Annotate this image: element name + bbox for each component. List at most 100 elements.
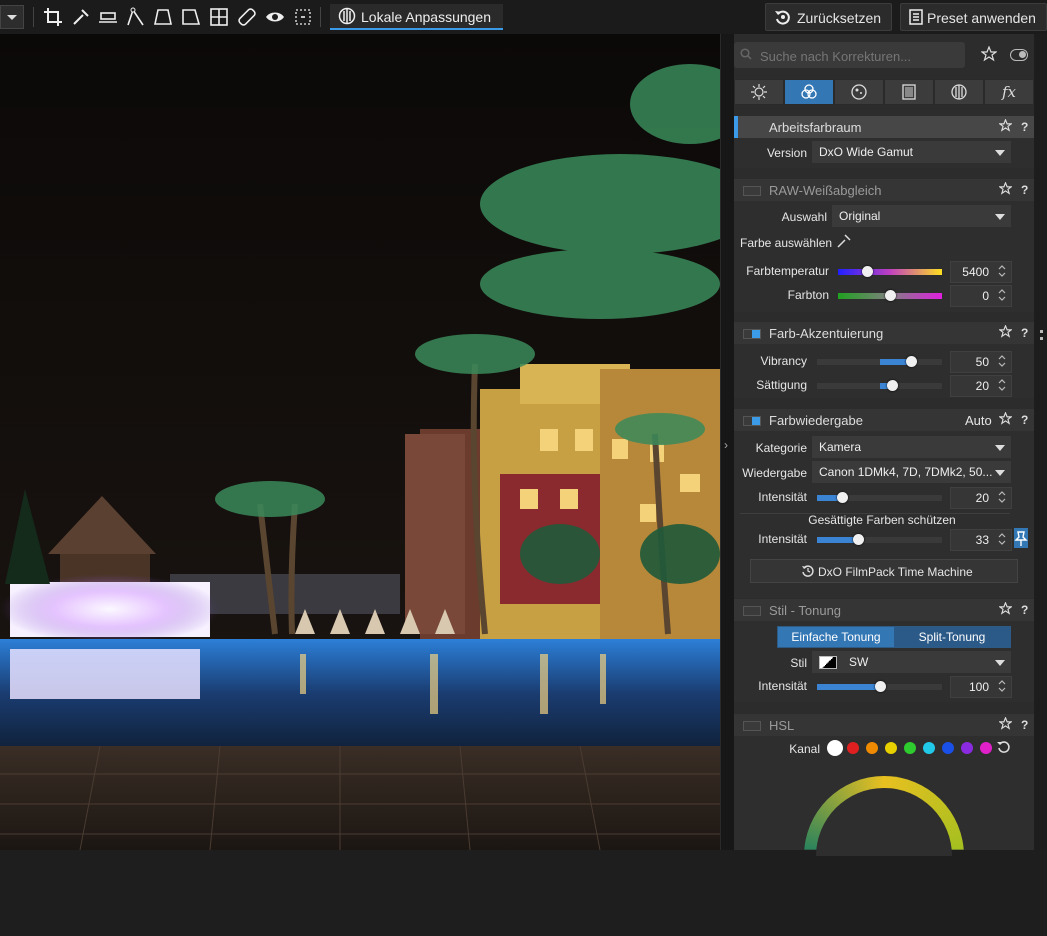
- reset-channel-icon[interactable]: [996, 739, 1012, 758]
- simple-toning-tab[interactable]: Einfache Tonung: [778, 627, 894, 647]
- slider-knob[interactable]: [905, 356, 917, 367]
- intensity-value-box[interactable]: 20: [950, 487, 1012, 509]
- tab-color[interactable]: [784, 79, 834, 105]
- image-viewer[interactable]: [0, 34, 720, 850]
- channel-swatch[interactable]: [866, 742, 878, 754]
- reset-button[interactable]: Zurücksetzen: [765, 3, 892, 31]
- section-header[interactable]: RAW-Weißabgleich ?: [734, 179, 1034, 201]
- star-icon[interactable]: [998, 118, 1013, 135]
- eye-icon[interactable]: [264, 6, 286, 28]
- apply-preset-button[interactable]: Preset anwenden: [900, 3, 1047, 31]
- section-toggle[interactable]: [743, 416, 761, 426]
- slider-knob[interactable]: [874, 681, 886, 692]
- tab-effects[interactable]: fx: [984, 79, 1034, 105]
- tint-value-box[interactable]: 0: [950, 285, 1012, 307]
- repair-icon[interactable]: [236, 6, 258, 28]
- local-adjustments-button[interactable]: Lokale Anpassungen: [330, 4, 503, 30]
- temperature-value-box[interactable]: 5400: [950, 261, 1012, 283]
- section-header[interactable]: Farbwiedergabe Auto ?: [734, 409, 1034, 431]
- section-toggle[interactable]: [743, 329, 761, 339]
- auto-button[interactable]: Auto: [965, 413, 992, 428]
- help-icon[interactable]: ?: [1021, 326, 1028, 340]
- split-toning-tab[interactable]: Split-Tonung: [894, 627, 1010, 647]
- spinner-icon[interactable]: [998, 532, 1006, 546]
- category-dropdown[interactable]: Kamera: [812, 436, 1011, 458]
- intensity-slider[interactable]: [817, 492, 942, 503]
- star-icon[interactable]: [998, 324, 1013, 341]
- search-input[interactable]: [758, 45, 962, 67]
- slider-knob[interactable]: [837, 492, 848, 503]
- perspective-icon[interactable]: [152, 6, 174, 28]
- star-icon[interactable]: [998, 716, 1013, 733]
- tint-slider[interactable]: [838, 290, 942, 301]
- channel-swatch[interactable]: [885, 742, 897, 754]
- star-icon[interactable]: [998, 411, 1013, 428]
- tab-light[interactable]: [734, 79, 784, 105]
- crop-icon[interactable]: [42, 6, 64, 28]
- rendering-dropdown[interactable]: Canon 1DMk4, 7D, 7DMk2, 50...: [812, 461, 1011, 483]
- protect-intensity-value-box[interactable]: 33: [950, 529, 1012, 551]
- panel-collapse-handle[interactable]: ›: [720, 34, 735, 850]
- vibrancy-slider[interactable]: [817, 356, 942, 367]
- channel-swatch[interactable]: [942, 742, 954, 754]
- toggle-switch[interactable]: [1010, 49, 1028, 61]
- star-icon[interactable]: [998, 181, 1013, 198]
- level-icon[interactable]: [97, 6, 119, 28]
- temperature-slider[interactable]: [838, 266, 942, 277]
- polygon-icon[interactable]: [125, 6, 147, 28]
- filmpack-time-machine-button[interactable]: DxO FilmPack Time Machine: [750, 559, 1018, 583]
- toning-intensity-value-box[interactable]: 100: [950, 676, 1012, 698]
- section-header[interactable]: Stil - Tonung ?: [734, 599, 1034, 621]
- saturation-slider[interactable]: [817, 380, 942, 391]
- help-icon[interactable]: ?: [1021, 413, 1028, 427]
- version-dropdown[interactable]: DxO Wide Gamut: [812, 141, 1011, 163]
- help-icon[interactable]: ?: [1021, 718, 1028, 732]
- selection-icon[interactable]: [292, 6, 314, 28]
- pin-icon[interactable]: [1014, 528, 1028, 548]
- channel-swatch[interactable]: [827, 740, 843, 756]
- channel-swatch[interactable]: [847, 742, 859, 754]
- slider-knob[interactable]: [862, 266, 874, 277]
- tab-local[interactable]: [934, 79, 984, 105]
- help-icon[interactable]: ?: [1021, 603, 1028, 617]
- selection-dropdown[interactable]: Original: [832, 205, 1011, 227]
- section-header[interactable]: HSL ?: [734, 714, 1034, 736]
- favorites-star-icon[interactable]: [980, 45, 998, 65]
- channel-swatch[interactable]: [923, 742, 935, 754]
- channel-swatch[interactable]: [904, 742, 916, 754]
- spinner-icon[interactable]: [998, 679, 1006, 693]
- help-icon[interactable]: ?: [1021, 120, 1028, 134]
- star-icon[interactable]: [998, 601, 1013, 618]
- section-toggle[interactable]: [743, 721, 761, 731]
- tab-detail[interactable]: [834, 79, 884, 105]
- slider-knob[interactable]: [887, 380, 898, 391]
- section-toggle[interactable]: [743, 606, 761, 616]
- search-box[interactable]: [734, 42, 965, 68]
- vibrancy-value-box[interactable]: 50: [950, 351, 1012, 373]
- channel-swatch[interactable]: [961, 742, 973, 754]
- view-dropdown[interactable]: [0, 5, 24, 29]
- slider-knob[interactable]: [885, 290, 896, 301]
- grid-icon[interactable]: [208, 6, 230, 28]
- help-icon[interactable]: ?: [1021, 183, 1028, 197]
- spinner-icon[interactable]: [998, 490, 1006, 504]
- channel-swatch[interactable]: [980, 742, 992, 754]
- tab-geometry[interactable]: [884, 79, 934, 105]
- protect-intensity-slider[interactable]: [817, 534, 942, 545]
- section-header[interactable]: Arbeitsfarbraum ?: [734, 116, 1034, 138]
- spinner-icon[interactable]: [998, 354, 1006, 368]
- eyedropper-icon[interactable]: [70, 6, 92, 28]
- spinner-icon[interactable]: [998, 378, 1006, 392]
- scroll-grip[interactable]: [1040, 330, 1046, 340]
- perspective-rect-icon[interactable]: [180, 6, 202, 28]
- section-header[interactable]: Farb-Akzentuierung ?: [734, 322, 1034, 344]
- panel-scrollbar[interactable]: [1035, 34, 1047, 850]
- eyedropper-icon[interactable]: [836, 233, 852, 252]
- toning-intensity-slider[interactable]: [817, 681, 942, 692]
- spinner-icon[interactable]: [998, 288, 1006, 302]
- spinner-icon[interactable]: [998, 264, 1006, 278]
- section-toggle[interactable]: [743, 186, 761, 196]
- slider-knob[interactable]: [853, 534, 865, 545]
- saturation-value-box[interactable]: 20: [950, 375, 1012, 397]
- style-dropdown[interactable]: SW: [812, 651, 1011, 673]
